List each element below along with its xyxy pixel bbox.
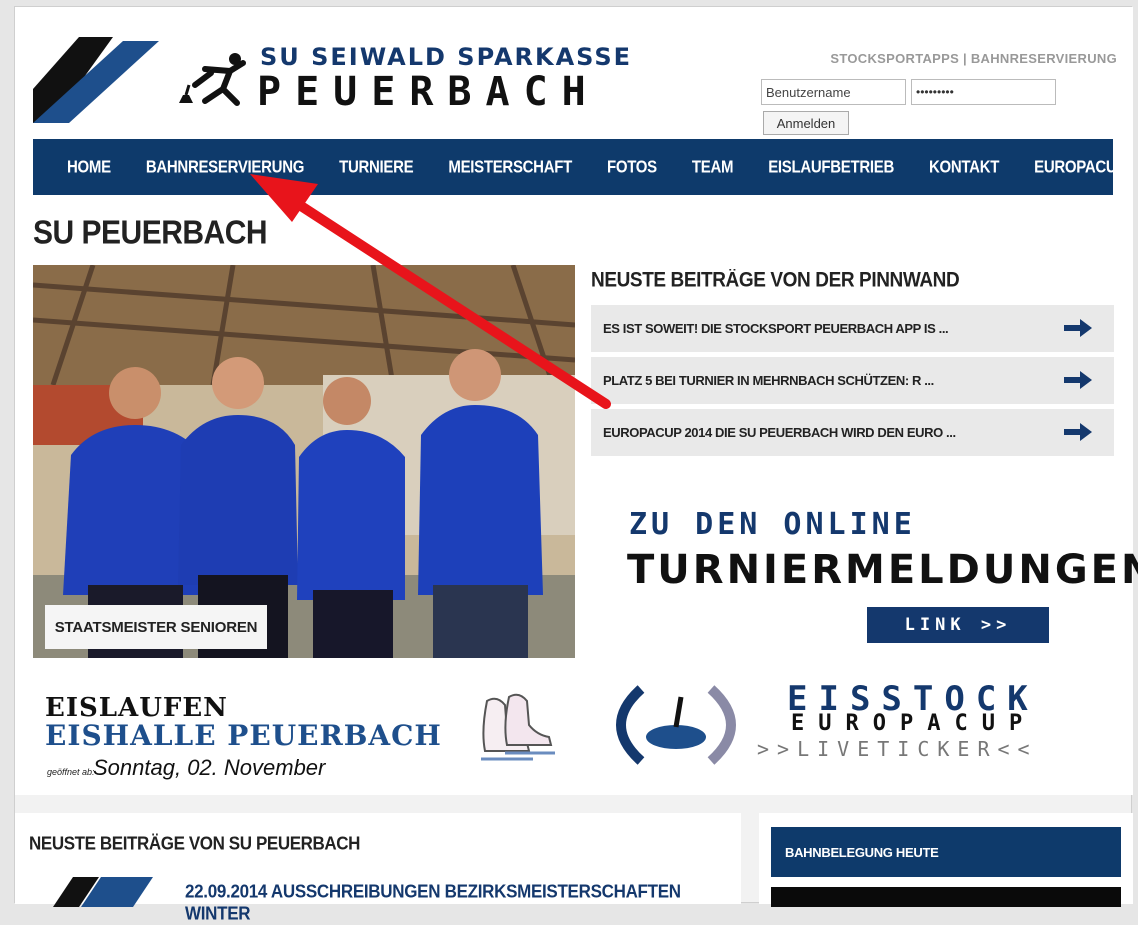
sidebar: BAHNBELEGUNG HEUTE [759, 813, 1133, 907]
nav-item-team[interactable]: TEAM [692, 157, 734, 177]
pinnwand-item-text: PLATZ 5 BEI TURNIER IN MEHRNBACH SCHÜTZE… [603, 373, 934, 388]
username-input[interactable] [761, 79, 906, 105]
pinnwand-title: NEUSTE BEITRÄGE VON DER PINNWAND [591, 269, 960, 293]
login-button[interactable]: Anmelden [763, 111, 849, 135]
pinnwand-item[interactable]: EUROPACUP 2014 DIE SU PEUERBACH WIRD DEN… [591, 409, 1114, 456]
top-links: STOCKSPORTAPPS | BAHNRESERVIERUNG [830, 51, 1117, 66]
logo-stripes[interactable] [33, 33, 173, 123]
main-nav: HOME BAHNRESERVIERUNG TURNIERE MEISTERSC… [33, 139, 1126, 195]
arrow-right-icon[interactable] [1064, 319, 1092, 337]
bahnbelegung-widget [771, 887, 1121, 907]
pinnwand-item[interactable]: PLATZ 5 BEI TURNIER IN MEHRNBACH SCHÜTZE… [591, 357, 1114, 404]
logo-title: SU SEIWALD SPARKASSE [260, 43, 633, 71]
news-post-title[interactable]: 22.09.2014 AUSSCHREIBUNGEN BEZIRKSMEISTE… [185, 881, 741, 925]
news-section: NEUSTE BEITRÄGE VON SU PEUERBACH 22.09.2… [15, 813, 741, 924]
page-title: SU PEUERBACH [33, 215, 268, 252]
arrow-right-icon[interactable] [1064, 371, 1092, 389]
eislaufen-date: Sonntag, 02. November [93, 755, 326, 780]
team-photo-image [33, 265, 575, 658]
online-banner-line2[interactable]: TURNIERMELDUNGEN [627, 547, 1138, 593]
news-section-title: NEUSTE BEITRÄGE VON SU PEUERBACH [29, 833, 361, 854]
page: SU SEIWALD SPARKASSE PEUERBACH STOCKSPOR… [14, 6, 1138, 924]
toplink-stocksportapps[interactable]: STOCKSPORTAPPS [830, 51, 959, 66]
nav-item-europacup[interactable]: EUROPACUP [1034, 157, 1126, 177]
ice-skate-icon [481, 693, 555, 761]
pinnwand-item[interactable]: ES IST SOWEIT! DIE STOCKSPORT PEUERBACH … [591, 305, 1114, 352]
pinnwand-item-text: EUROPACUP 2014 DIE SU PEUERBACH WIRD DEN… [603, 425, 956, 440]
pinnwand-item-text: ES IST SOWEIT! DIE STOCKSPORT PEUERBACH … [603, 321, 949, 336]
online-banner-link-button[interactable]: LINK >> [867, 607, 1049, 643]
bahnbelegung-title: BAHNBELEGUNG HEUTE [771, 827, 1121, 877]
europacup-banner-line3[interactable]: >>LIVETICKER<< [757, 737, 1038, 761]
nav-item-home[interactable]: HOME [67, 157, 111, 177]
nav-item-turniere[interactable]: TURNIERE [339, 157, 414, 177]
nav-item-kontakt[interactable]: KONTAKT [929, 157, 999, 177]
photo-caption[interactable]: STAATSMEISTER SENIOREN [45, 605, 267, 649]
toplink-separator: | [959, 51, 971, 66]
logo-subtitle: PEUERBACH [257, 69, 600, 115]
eisstock-logo-icon[interactable] [601, 679, 751, 771]
nav-item-eislaufbetrieb[interactable]: EISLAUFBETRIEB [768, 157, 894, 177]
nav-item-meisterschaft[interactable]: MEISTERSCHAFT [448, 157, 572, 177]
toplink-bahnreservierung[interactable]: BAHNRESERVIERUNG [971, 51, 1117, 66]
nav-item-bahnreservierung[interactable]: BAHNRESERVIERUNG [146, 157, 305, 177]
europacup-banner-line2[interactable]: EUROPACUP [791, 711, 1036, 736]
arrow-right-icon[interactable] [1064, 423, 1092, 441]
password-input[interactable] [911, 79, 1056, 105]
eislaufen-open-label: geöffnet ab: [47, 767, 95, 777]
logo-curler-icon [179, 53, 246, 106]
nav-item-fotos[interactable]: FOTOS [607, 157, 657, 177]
top-area: SU SEIWALD SPARKASSE PEUERBACH STOCKSPOR… [15, 7, 1138, 795]
eislaufen-banner-line2[interactable]: EISHALLE PEUERBACH [45, 719, 442, 752]
online-banner-line1[interactable]: ZU DEN ONLINE [629, 507, 916, 542]
team-photo[interactable]: STAATSMEISTER SENIOREN [33, 265, 575, 658]
